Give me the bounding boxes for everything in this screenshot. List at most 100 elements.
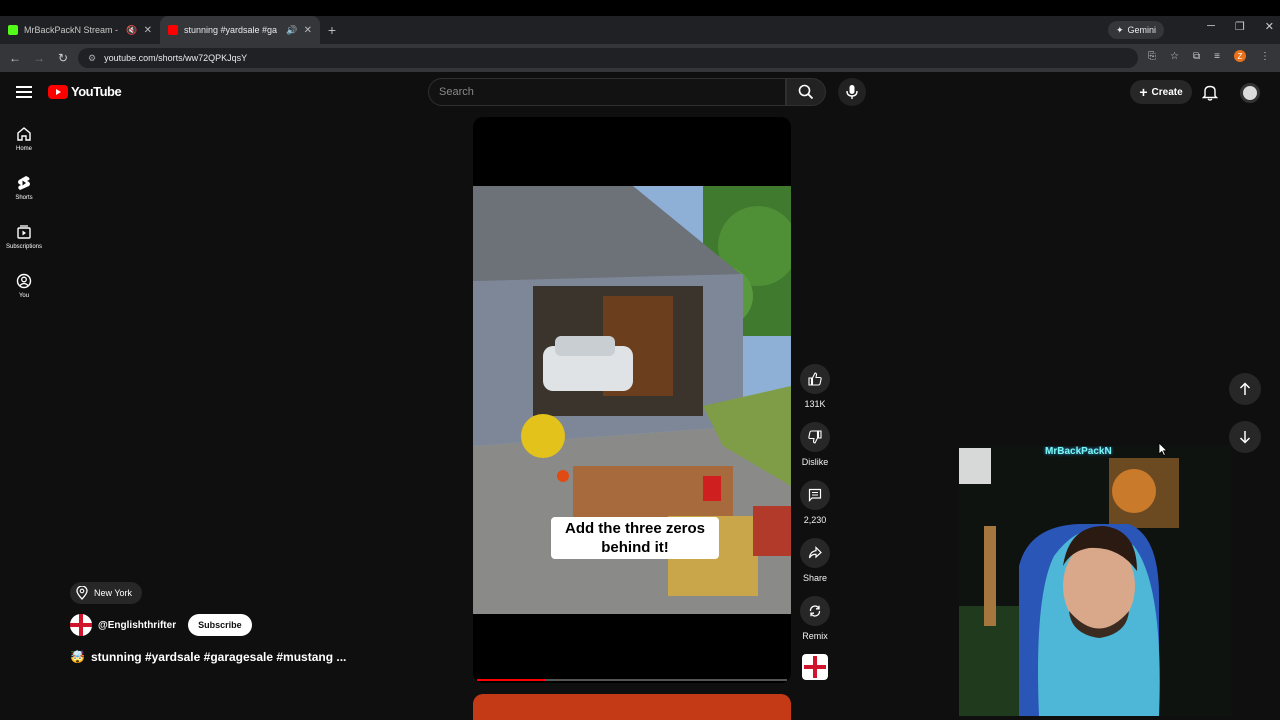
short-title-text: stunning #yardsale #garagesale #mustang …	[90, 650, 347, 664]
subscriptions-icon	[17, 224, 31, 239]
like-button[interactable]: 131K	[800, 364, 830, 409]
audio-playing-icon[interactable]: 🔊	[286, 25, 297, 36]
youtube-play-icon	[48, 84, 68, 99]
search-button[interactable]	[786, 78, 826, 106]
next-short-preview[interactable]	[473, 694, 791, 720]
search-input[interactable]: Search	[428, 78, 786, 106]
extensions-icon[interactable]: ⧉	[1193, 51, 1200, 62]
sidebar: Home Shorts Subscriptions You	[0, 114, 48, 310]
dislike-circle[interactable]	[800, 422, 830, 452]
restore-button[interactable]: ❐	[1235, 20, 1245, 33]
like-count: 131K	[804, 399, 826, 409]
remix-icon	[809, 605, 821, 617]
arrow-down-icon	[1239, 431, 1251, 444]
youtube-header: YouTube Search + Create	[0, 72, 1280, 114]
subscribe-button[interactable]: Subscribe	[188, 614, 252, 636]
next-short-button[interactable]	[1229, 421, 1261, 453]
profile-avatar[interactable]: Z	[1234, 50, 1246, 62]
previous-short-button[interactable]	[1229, 373, 1261, 405]
gemini-label: Gemini	[1127, 25, 1156, 35]
remix-button[interactable]: Remix	[800, 596, 830, 641]
sidebar-item-you[interactable]: You	[0, 261, 48, 310]
share-label: Share	[802, 573, 828, 583]
sidebar-item-home[interactable]: Home	[0, 114, 48, 163]
streamer-name-overlay: MrBackPackN	[1045, 446, 1112, 457]
shorts-icon	[18, 175, 30, 190]
dislike-button[interactable]: Dislike	[800, 422, 830, 467]
install-app-icon[interactable]: ⎘	[1148, 51, 1156, 62]
muted-icon[interactable]: 🔇	[126, 25, 137, 36]
thumbs-down-icon	[808, 430, 822, 444]
share-button[interactable]: Share	[800, 538, 830, 583]
like-circle[interactable]	[800, 364, 830, 394]
sidebar-label: Home	[15, 145, 32, 152]
youtube-logo[interactable]: YouTube	[48, 84, 122, 99]
close-tab-icon[interactable]: ✕	[304, 25, 312, 36]
remix-label: Remix	[802, 631, 828, 641]
sidebar-label: Subscriptions	[5, 243, 43, 250]
back-button[interactable]: ←	[3, 51, 27, 65]
kick-favicon-icon	[8, 25, 18, 35]
window-controls: ─ ❐ ✕	[1207, 20, 1274, 33]
exploding-head-emoji: 🤯	[70, 650, 85, 664]
remix-circle[interactable]	[800, 596, 830, 626]
youtube-favicon-icon	[168, 25, 178, 35]
comments-button[interactable]: 2,230	[800, 480, 830, 525]
shorts-video-player[interactable]: Add the three zeros behind it!	[473, 117, 791, 683]
minimize-button[interactable]: ─	[1207, 20, 1215, 33]
comments-circle[interactable]	[800, 480, 830, 510]
url-field[interactable]: ⚙ youtube.com/shorts/ww72QPKJqsY	[78, 48, 1138, 68]
dislike-label: Dislike	[801, 457, 829, 467]
media-control-icon[interactable]: ≡	[1214, 51, 1220, 62]
close-tab-icon[interactable]: ✕	[144, 25, 152, 36]
shorts-action-bar: 131K Dislike 2,230 Share Remix	[796, 364, 834, 680]
bell-icon	[1201, 85, 1219, 101]
browser-toolbar-right: ⎘ ☆ ⧉ ≡ Z ⋮	[1148, 50, 1270, 62]
voice-search-button[interactable]	[838, 78, 866, 106]
search-placeholder: Search	[439, 86, 474, 98]
forward-button[interactable]: →	[27, 51, 51, 65]
channel-avatar-thumbnail[interactable]	[802, 654, 828, 680]
channel-avatar[interactable]	[70, 614, 92, 636]
search-icon	[798, 84, 814, 100]
english-flag-icon	[804, 656, 826, 678]
channel-row: @Englishthrifter Subscribe	[70, 614, 252, 636]
close-window-button[interactable]: ✕	[1265, 20, 1274, 33]
logo-text: YouTube	[71, 84, 122, 99]
sidebar-label: You	[18, 292, 30, 299]
video-progress-bar[interactable]	[477, 679, 787, 681]
tab-stream[interactable]: MrBackPackN Stream - Wa 🔇 ✕	[0, 16, 160, 44]
streamer-webcam-image	[959, 446, 1231, 716]
location-chip[interactable]: New York	[70, 582, 143, 604]
share-circle[interactable]	[800, 538, 830, 568]
create-button[interactable]: + Create	[1130, 80, 1192, 104]
menu-kebab-icon[interactable]: ⋮	[1260, 51, 1270, 62]
hamburger-menu-icon[interactable]	[16, 86, 32, 98]
account-avatar[interactable]	[1240, 83, 1260, 103]
you-icon	[16, 273, 32, 288]
progress-fill	[477, 679, 546, 681]
reload-button[interactable]: ↻	[51, 51, 75, 65]
site-info-icon[interactable]: ⚙	[88, 53, 96, 64]
microphone-icon	[846, 85, 858, 99]
arrow-up-icon	[1239, 382, 1251, 395]
thumbs-up-icon	[808, 372, 822, 386]
notifications-button[interactable]	[1201, 84, 1219, 106]
sidebar-item-shorts[interactable]: Shorts	[0, 163, 48, 212]
new-tab-button[interactable]: +	[320, 22, 344, 38]
share-icon	[808, 546, 822, 559]
tab-bar: MrBackPackN Stream - Wa 🔇 ✕ stunning #ya…	[0, 16, 1280, 44]
top-strip	[0, 0, 1280, 16]
tab-youtube-short[interactable]: stunning #yardsale #ga 🔊 ✕	[160, 16, 320, 44]
english-flag-icon	[70, 614, 92, 636]
url-text: youtube.com/shorts/ww72QPKJqsY	[104, 53, 248, 63]
tab-title: stunning #yardsale #ga	[184, 25, 278, 35]
sidebar-label: Shorts	[15, 194, 33, 201]
sidebar-item-subscriptions[interactable]: Subscriptions	[0, 212, 48, 261]
gemini-button[interactable]: ✦ Gemini	[1107, 21, 1164, 39]
channel-handle[interactable]: @Englishthrifter	[98, 620, 176, 631]
plus-icon: +	[1139, 84, 1148, 100]
short-title[interactable]: 🤯 stunning #yardsale #garagesale #mustan…	[70, 650, 346, 664]
sparkle-icon: ✦	[1115, 24, 1124, 35]
bookmark-star-icon[interactable]: ☆	[1170, 51, 1179, 62]
